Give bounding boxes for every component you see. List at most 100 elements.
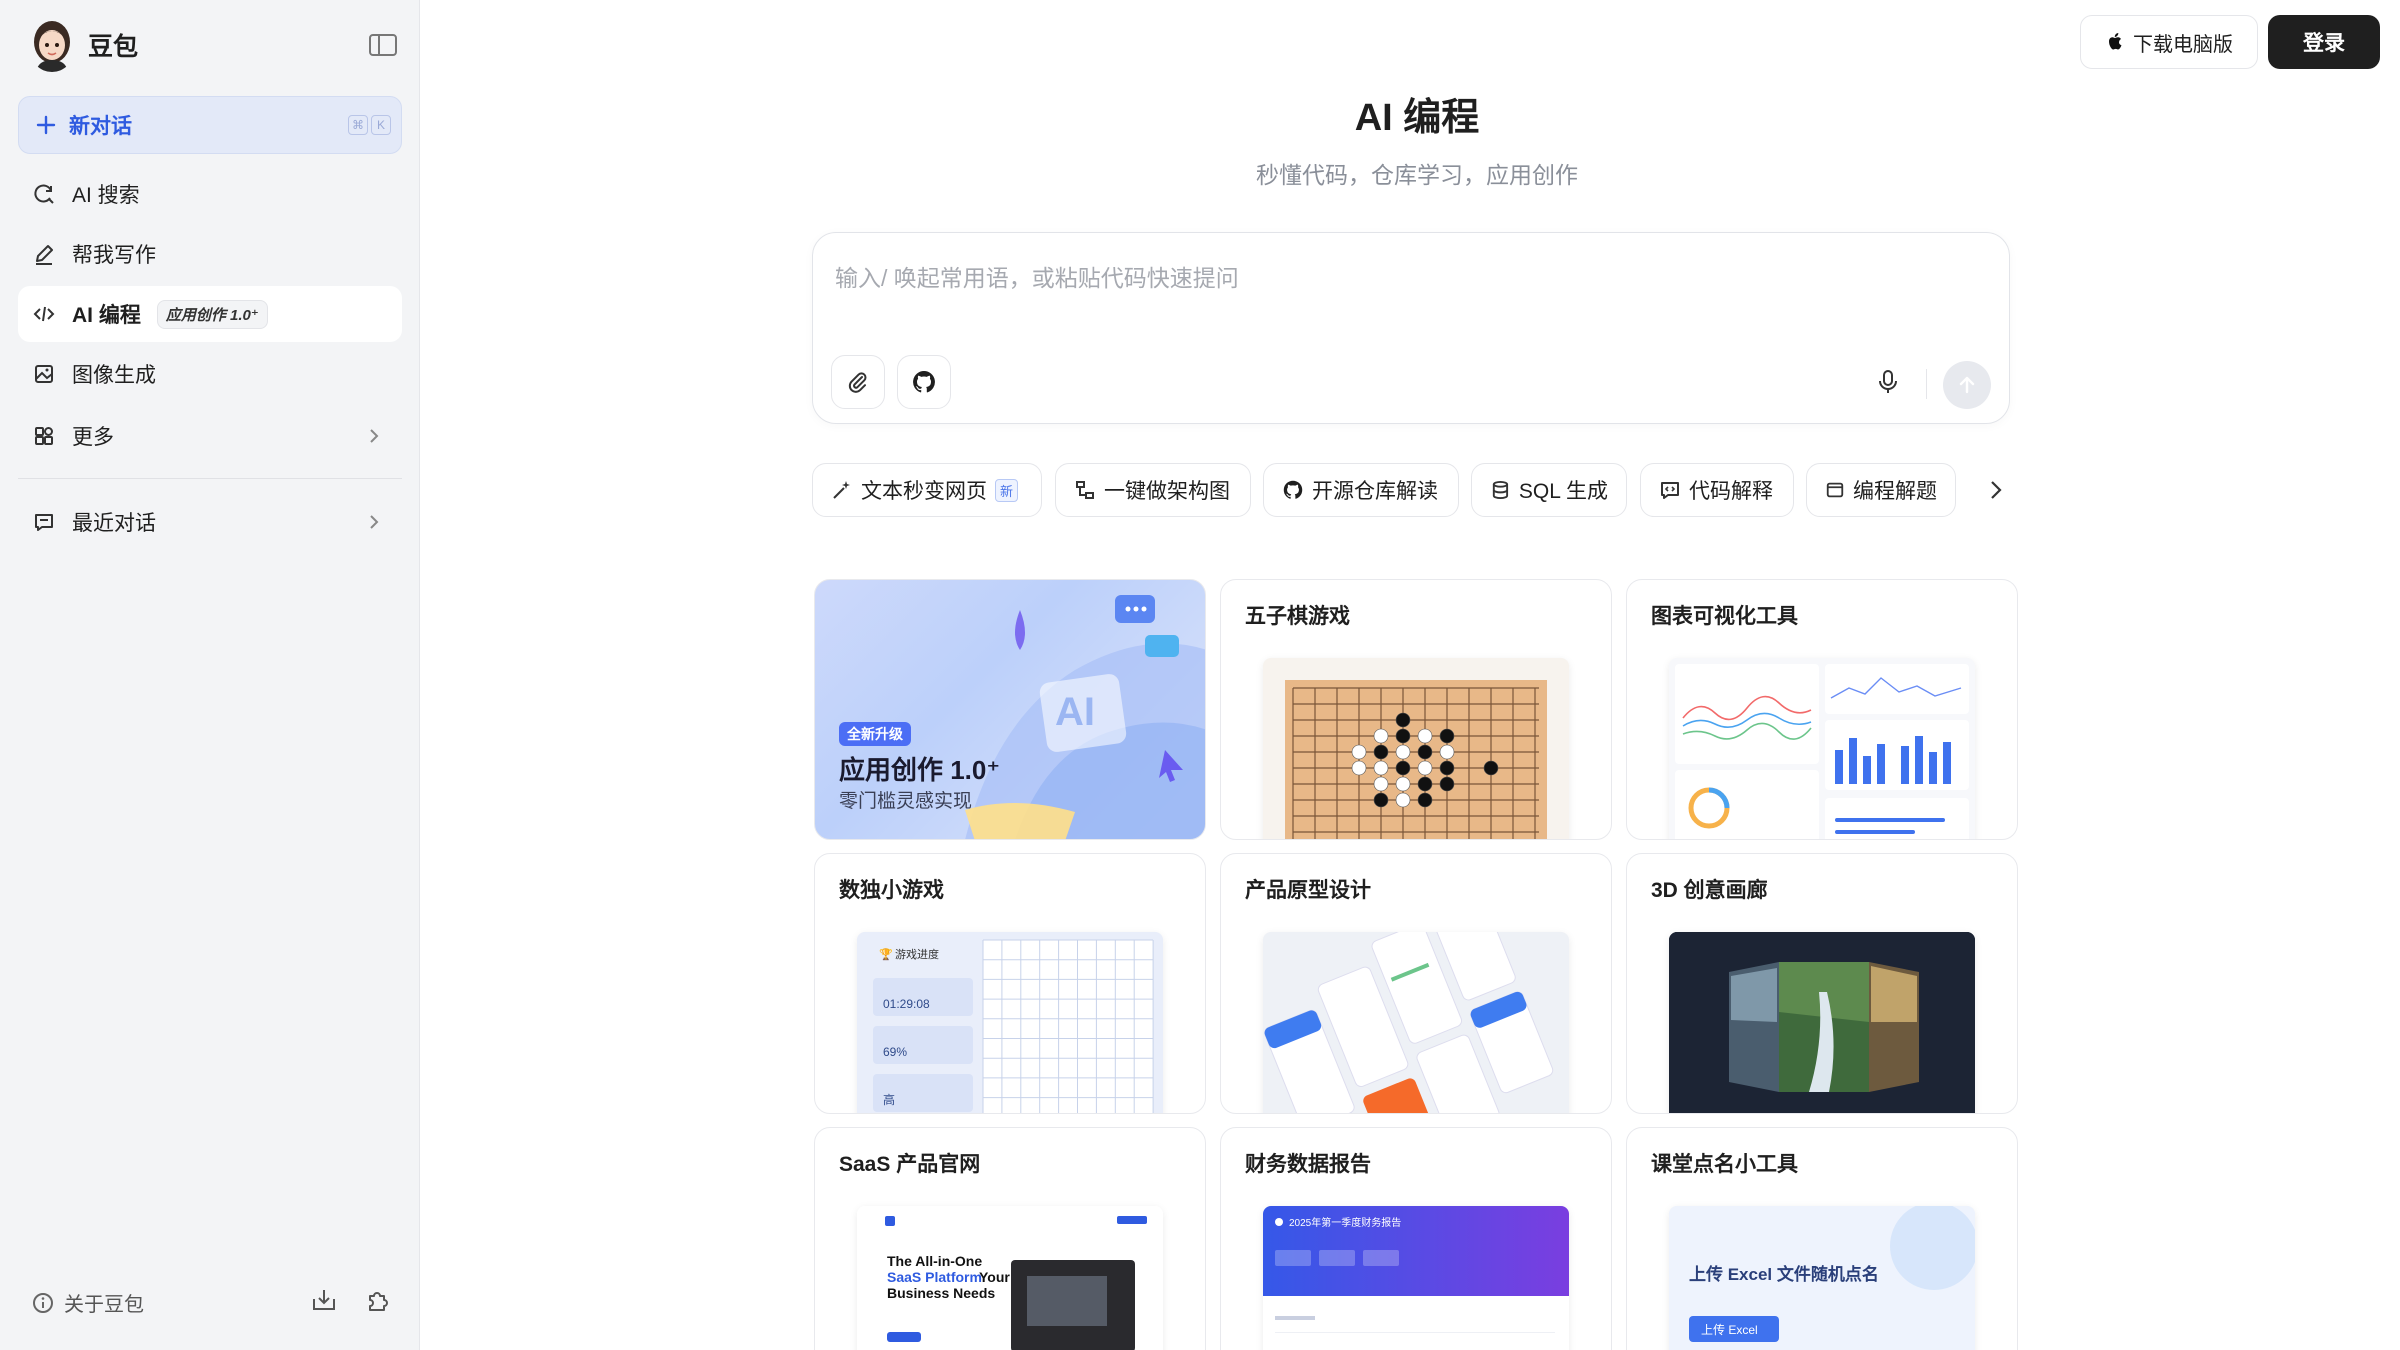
gomoku-stone <box>1417 760 1433 776</box>
chip-repo-analysis[interactable]: 开源仓库解读 <box>1263 463 1459 517</box>
svg-text:01:29:08: 01:29:08 <box>883 997 930 1011</box>
sidebar-item-label: 帮我写作 <box>72 244 156 267</box>
card-title: 财务数据报告 <box>1245 1153 1371 1176</box>
plugin-icon[interactable] <box>364 1286 392 1314</box>
gomoku-stone <box>1417 776 1433 792</box>
plus-icon <box>36 115 56 135</box>
card-title: 课堂点名小工具 <box>1651 1153 1798 1176</box>
arrow-up-icon <box>1959 376 1975 394</box>
chat-input-box[interactable]: 输入/ 唤起常用语，或粘贴代码快速提问 <box>812 232 2010 424</box>
gomoku-thumbnail <box>1263 658 1569 839</box>
svg-text:上传 Excel 文件随机点名: 上传 Excel 文件随机点名 <box>1689 1264 1879 1284</box>
chip-label: 一键做架构图 <box>1104 480 1230 503</box>
sidebar-item-label: 更多 <box>72 426 114 449</box>
avatar <box>30 18 74 72</box>
card-title: 图表可视化工具 <box>1651 605 1798 628</box>
gomoku-stone <box>1439 776 1455 792</box>
pen-icon <box>32 242 56 266</box>
sidebar-item-writing[interactable]: 帮我写作 <box>18 226 402 282</box>
chip-label: 文本秒变网页 <box>861 480 987 503</box>
sidebar-item-label: AI 编程 <box>72 304 141 327</box>
gomoku-stone <box>1439 760 1455 776</box>
attach-button[interactable] <box>831 355 885 409</box>
gomoku-stone <box>1373 744 1389 760</box>
roll-call-thumbnail: 上传 Excel 文件随机点名 上传 Excel <box>1669 1206 1975 1350</box>
svg-text:SaaS Platform: SaaS Platform <box>887 1269 982 1285</box>
magic-wand-icon <box>833 481 850 499</box>
chip-text-to-webpage[interactable]: 文本秒变网页 新 <box>812 463 1042 517</box>
app-creation-promo-card[interactable]: AI 全新升级 应用创作 1.0⁺ 零门槛灵感实现 <box>814 579 1206 840</box>
template-card-sudoku[interactable]: 数独小游戏 🏆 游戏进度 01:29:08 69% 高 <box>814 853 1206 1114</box>
grid-icon <box>32 424 56 448</box>
brand-name: 豆包 <box>88 33 139 61</box>
saas-thumbnail: The All-in-One SaaS Platform Your Busine… <box>857 1206 1163 1350</box>
svg-text:游戏进度: 游戏进度 <box>895 947 939 961</box>
gomoku-stone <box>1395 744 1411 760</box>
sidebar-item-label: 图像生成 <box>72 364 156 387</box>
chip-code-explain[interactable]: 代码解释 <box>1640 463 1794 517</box>
page-subtitle: 秒懂代码，仓库学习，应用创作 <box>1256 162 1578 188</box>
paperclip-icon <box>848 372 867 393</box>
gomoku-stone <box>1395 776 1411 792</box>
chip-sql-generation[interactable]: SQL 生成 <box>1471 463 1627 517</box>
gallery-thumbnail <box>1669 932 1975 1113</box>
sidebar-item-ai-coding[interactable]: AI 编程 应用创作 1.0⁺ <box>18 286 402 342</box>
chip-label: 编程解题 <box>1853 480 1937 503</box>
svg-text:上传 Excel: 上传 Excel <box>1701 1322 1758 1337</box>
chip-label: 代码解释 <box>1689 480 1773 503</box>
template-card-chart-tool[interactable]: 图表可视化工具 <box>1626 579 2018 840</box>
download-desktop-button[interactable]: 下载电脑版 <box>2080 15 2258 69</box>
template-card-3d-gallery[interactable]: 3D 创意画廊 <box>1626 853 2018 1114</box>
sidebar-item-more[interactable]: 更多 <box>18 408 402 464</box>
about-link[interactable]: 关于豆包 <box>32 1288 144 1317</box>
promo-title: 应用创作 1.0⁺ <box>839 755 1001 785</box>
apple-icon <box>2109 33 2122 50</box>
send-button[interactable] <box>1943 361 1991 409</box>
about-label: 关于豆包 <box>64 1294 144 1316</box>
template-card-gomoku[interactable]: 五子棋游戏 <box>1220 579 1612 840</box>
template-card-finance-report[interactable]: 财务数据报告 2025年第一季度财务报告 <box>1220 1127 1612 1350</box>
shortcut-hint: ⌘ K <box>348 115 391 135</box>
sidebar-divider <box>18 478 402 479</box>
chat-icon <box>32 510 56 534</box>
sidebar-item-recent[interactable]: 最近对话 <box>18 494 402 550</box>
chip-label: SQL 生成 <box>1518 480 1608 503</box>
chip-coding-problem[interactable]: 编程解题 <box>1806 463 1956 517</box>
sidebar-item-ai-search[interactable]: AI 搜索 <box>18 166 402 222</box>
template-card-roll-call[interactable]: 课堂点名小工具 上传 Excel 文件随机点名 上传 Excel <box>1626 1127 2018 1350</box>
chart-tool-thumbnail <box>1669 658 1975 839</box>
brand[interactable]: 豆包 <box>30 18 138 72</box>
gomoku-stone <box>1395 792 1411 808</box>
login-button[interactable]: 登录 <box>2268 15 2380 69</box>
gomoku-stone <box>1351 744 1367 760</box>
sidebar-toggle-icon[interactable] <box>368 32 398 58</box>
mic-icon[interactable] <box>1873 367 1903 397</box>
template-card-saas-site[interactable]: SaaS 产品官网 The All-in-One SaaS Platform Y… <box>814 1127 1206 1350</box>
sidebar: 豆包 新对话 ⌘ K AI 搜索 帮我写作 AI 编程 应用创作 1.0⁺ 图像… <box>0 0 420 1350</box>
app-creation-badge: 应用创作 1.0⁺ <box>156 299 268 329</box>
download-app-icon[interactable] <box>310 1286 338 1314</box>
sidebar-item-label: 最近对话 <box>72 512 156 535</box>
shortcut-key: K <box>371 115 391 135</box>
gomoku-stone <box>1439 728 1455 744</box>
sudoku-thumbnail: 🏆 游戏进度 01:29:08 69% 高 <box>857 932 1163 1113</box>
chip-architecture-diagram[interactable]: 一键做架构图 <box>1055 463 1251 517</box>
database-icon <box>1492 480 1509 500</box>
chevron-right-icon <box>370 429 379 443</box>
svg-text:AI: AI <box>1055 690 1095 734</box>
new-tag: 新 <box>995 478 1019 502</box>
template-card-prototype[interactable]: 产品原型设计 <box>1220 853 1612 1114</box>
card-title: 五子棋游戏 <box>1245 605 1350 628</box>
prototype-thumbnail <box>1263 932 1569 1113</box>
new-chat-button[interactable]: 新对话 ⌘ K <box>18 96 402 154</box>
chevron-right-icon[interactable] <box>1983 477 2009 503</box>
search-refresh-icon <box>32 182 56 206</box>
promo-subtitle: 零门槛灵感实现 <box>839 791 973 812</box>
gomoku-stone <box>1417 744 1433 760</box>
sidebar-item-image-gen[interactable]: 图像生成 <box>18 346 402 402</box>
github-import-button[interactable] <box>897 355 951 409</box>
code-comment-icon <box>1661 482 1679 499</box>
sidebar-item-label: AI 搜索 <box>72 184 140 207</box>
github-icon <box>913 371 935 393</box>
download-desktop-label: 下载电脑版 <box>2133 33 2233 56</box>
